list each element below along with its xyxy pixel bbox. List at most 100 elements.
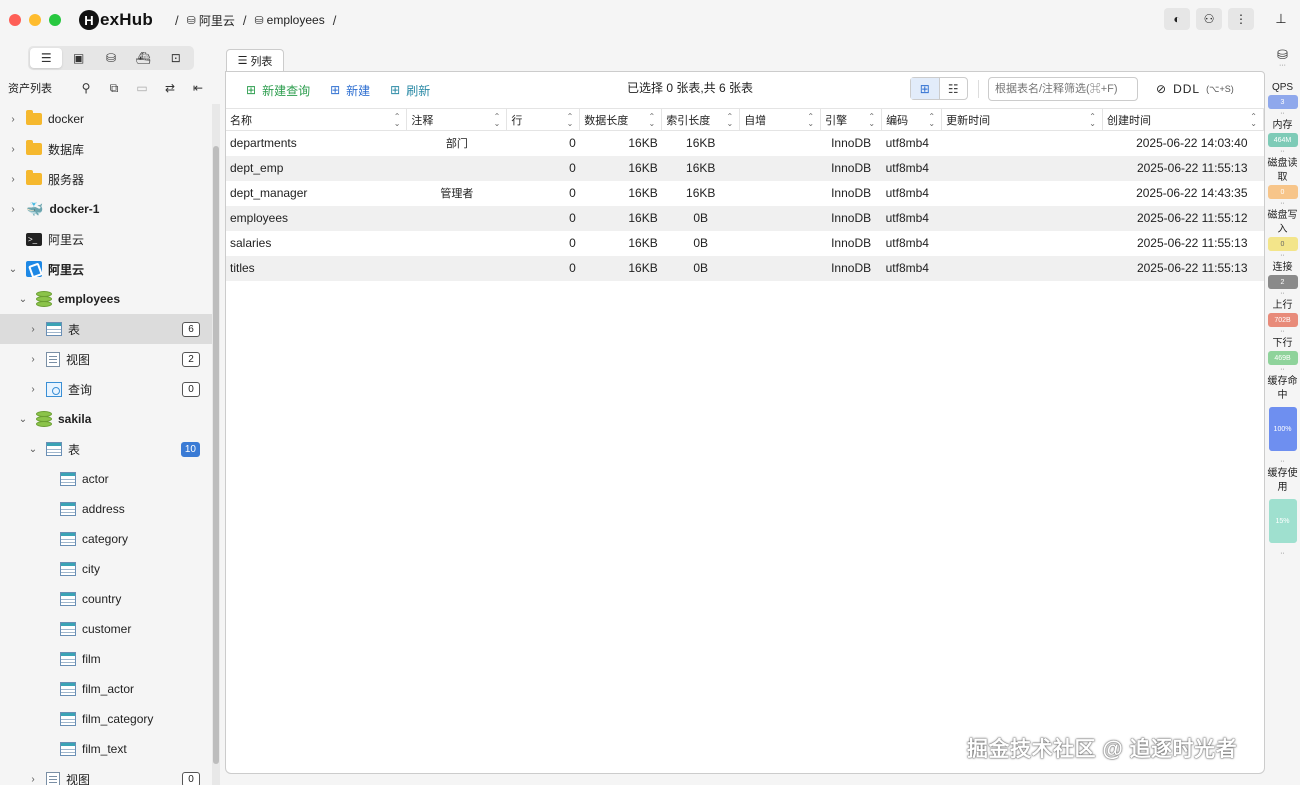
database-icon[interactable]: ⛁ [95, 48, 127, 68]
sort-icon[interactable]: ⌃ ⌄ [1089, 113, 1096, 128]
sort-icon[interactable]: ⌃ ⌄ [649, 113, 656, 128]
column-header[interactable]: 行 ⌃ ⌄ [506, 108, 581, 131]
more-menu-icon[interactable]: ⋮ [1228, 8, 1254, 30]
sort-icon[interactable]: ⌃ ⌄ [494, 113, 501, 128]
tree-item[interactable]: ⌄ 阿里云 [0, 254, 212, 284]
sort-icon[interactable]: ⌃ ⌄ [868, 113, 875, 128]
tree-item[interactable]: customer [0, 614, 212, 644]
terminal-icon[interactable]: ▣ [62, 48, 94, 68]
tree-item-label: docker-1 [49, 202, 100, 216]
column-header[interactable]: 索引长度 ⌃ ⌄ [661, 108, 741, 131]
folder-add-icon[interactable]: ▭ [128, 81, 156, 95]
tree-item[interactable]: city [0, 554, 212, 584]
user-icon[interactable]: ⚇ [1196, 8, 1222, 30]
theme-toggle-icon[interactable]: ◐ [1164, 8, 1190, 30]
tree-item[interactable]: › 服务器 [0, 164, 212, 194]
chevron-icon[interactable]: ⌄ [28, 444, 38, 455]
new-table-button[interactable]: ⊞ 新建 [330, 82, 370, 99]
sort-icon[interactable]: ⌃ ⌄ [726, 113, 733, 128]
tree-item[interactable]: › 视图 0 [0, 764, 212, 785]
chevron-icon[interactable]: ⌄ [18, 414, 28, 425]
sort-icon[interactable]: ⌃ ⌄ [394, 113, 401, 128]
tree-item[interactable]: ⌄ 表 10 [0, 434, 212, 464]
tree-item[interactable]: actor [0, 464, 212, 494]
tree-item-label: 数据库 [48, 142, 85, 157]
chevron-icon[interactable]: › [28, 384, 38, 395]
table-filter-input[interactable] [988, 77, 1138, 101]
maximize-window-button[interactable] [49, 14, 61, 26]
list-view-icon[interactable]: ☰ [30, 48, 63, 68]
ddl-toggle-button[interactable]: ⊘ DDL (⌥+S) [1156, 82, 1234, 96]
minimize-window-button[interactable] [29, 14, 41, 26]
breadcrumb-item-database[interactable]: employees [267, 13, 325, 27]
chevron-icon[interactable]: ⌄ [18, 294, 28, 305]
table-row[interactable]: departments 部门 0 16KB 16KB InnoDB utf8mb4 2025-… [226, 131, 1264, 156]
tree-item[interactable]: address [0, 494, 212, 524]
table-cell: departments [230, 136, 297, 151]
chevron-icon[interactable]: › [28, 324, 38, 335]
sort-icon[interactable]: ⌃ ⌄ [928, 113, 935, 128]
column-header[interactable]: 数据长度 ⌃ ⌄ [579, 108, 663, 131]
remote-desktop-icon[interactable]: ⊡ [160, 48, 192, 68]
tab-list[interactable]: ☰ 列表 [226, 49, 284, 71]
tree-item[interactable]: film [0, 644, 212, 674]
table-cell: titles [226, 255, 407, 281]
sidebar: ☰ ▣ ⛁ ⛴ ⊡ 资产列表 ⚲ ⧉ ▭ ⇄ ⇤ › docker › 数据库 › 服务器… [0, 42, 220, 785]
column-header[interactable]: 引擎 ⌃ ⌄ [820, 108, 883, 131]
tree-item[interactable]: film_category [0, 704, 212, 734]
tree-item-label: film_text [82, 742, 127, 756]
column-header[interactable]: 更新时间 ⌃ ⌄ [941, 108, 1103, 131]
tree-item[interactable]: country [0, 584, 212, 614]
tree-item[interactable]: film_actor [0, 674, 212, 704]
metric-value: 469B [1267, 351, 1298, 365]
column-header[interactable]: 注释 ⌃ ⌄ [406, 108, 508, 131]
sidebar-scrollbar-thumb[interactable] [213, 146, 219, 764]
tree-item[interactable]: › 数据库 [0, 134, 212, 164]
docker-icon[interactable]: ⛴ [127, 48, 159, 68]
column-header[interactable]: 自增 ⌃ ⌄ [739, 108, 822, 131]
table-row[interactable]: dept_emp 0 16KB 16KB InnoDB utf8mb4 2025-06-22… [226, 155, 1264, 181]
sort-icon[interactable]: ⌃ ⌄ [1250, 113, 1257, 128]
link-icon[interactable]: ⇄ [156, 81, 184, 95]
breadcrumb-item-server[interactable]: 阿里云 [199, 12, 235, 29]
refresh-button[interactable]: ⊞ 刷新 [390, 82, 430, 99]
search-icon[interactable]: ⚲ [72, 81, 100, 95]
list-view-icon[interactable]: ☷ [940, 78, 968, 99]
selection-info: 已选择 0 张表,共 6 张表 [627, 81, 754, 95]
chevron-icon[interactable]: › [8, 114, 18, 125]
tree-item[interactable]: film_text [0, 734, 212, 764]
metric-label: 内存 [1272, 120, 1293, 131]
chevron-icon[interactable]: › [8, 204, 18, 215]
table-cell: 2025-06-22 11:55:13 [1102, 155, 1264, 181]
table-row[interactable]: dept_manager 管理者 0 16KB 16KB InnoDB utf8mb4 202… [226, 181, 1264, 206]
tree-item[interactable]: › 查询 0 [0, 374, 212, 404]
copy-icon[interactable]: ⧉ [100, 81, 128, 96]
column-header[interactable]: 编码 ⌃ ⌄ [881, 108, 943, 131]
table-row[interactable]: employees 0 16KB 0B InnoDB utf8mb4 2025-06-22 … [226, 205, 1264, 231]
tree-item[interactable]: › 视图 2 [0, 344, 212, 374]
tree-item[interactable]: › docker [0, 104, 212, 134]
collapse-icon[interactable]: ⇤ [184, 81, 212, 95]
tree-item[interactable]: › 🐳 docker-1 [0, 194, 212, 224]
chevron-icon[interactable]: › [28, 774, 38, 785]
sort-icon[interactable]: ⌃ ⌄ [807, 113, 814, 128]
tree-item[interactable]: ⌄ employees [0, 284, 212, 314]
dots: ··· [1279, 62, 1286, 69]
chevron-icon[interactable]: › [28, 354, 38, 365]
pin-icon[interactable]: ⊥ [1268, 8, 1294, 30]
chevron-icon[interactable]: › [8, 174, 18, 185]
sort-icon[interactable]: ⌃ ⌄ [567, 113, 574, 128]
close-window-button[interactable] [9, 14, 21, 26]
tree-item[interactable]: category [0, 524, 212, 554]
chevron-icon[interactable]: ⌄ [8, 264, 18, 275]
chevron-icon[interactable]: › [8, 144, 18, 155]
tree-item[interactable]: › 表 6 [0, 314, 212, 344]
table-row[interactable]: salaries 0 16KB 0B InnoDB utf8mb4 2025-06-22 1… [226, 231, 1264, 256]
tree-item[interactable]: >_ 阿里云 [0, 224, 212, 254]
column-header[interactable]: 创建时间 ⌃ ⌄ [1102, 108, 1265, 131]
new-query-button[interactable]: ⊞ 新建查询 [246, 82, 310, 99]
column-header[interactable]: 名称 ⌃ ⌄ [226, 108, 408, 131]
tree-item[interactable]: ⌄ sakila [0, 404, 212, 434]
table-row[interactable]: titles 0 16KB 0B InnoDB utf8mb4 2025-06-22 11:… [226, 255, 1264, 281]
grid-view-icon[interactable]: ⊞ [911, 78, 940, 99]
